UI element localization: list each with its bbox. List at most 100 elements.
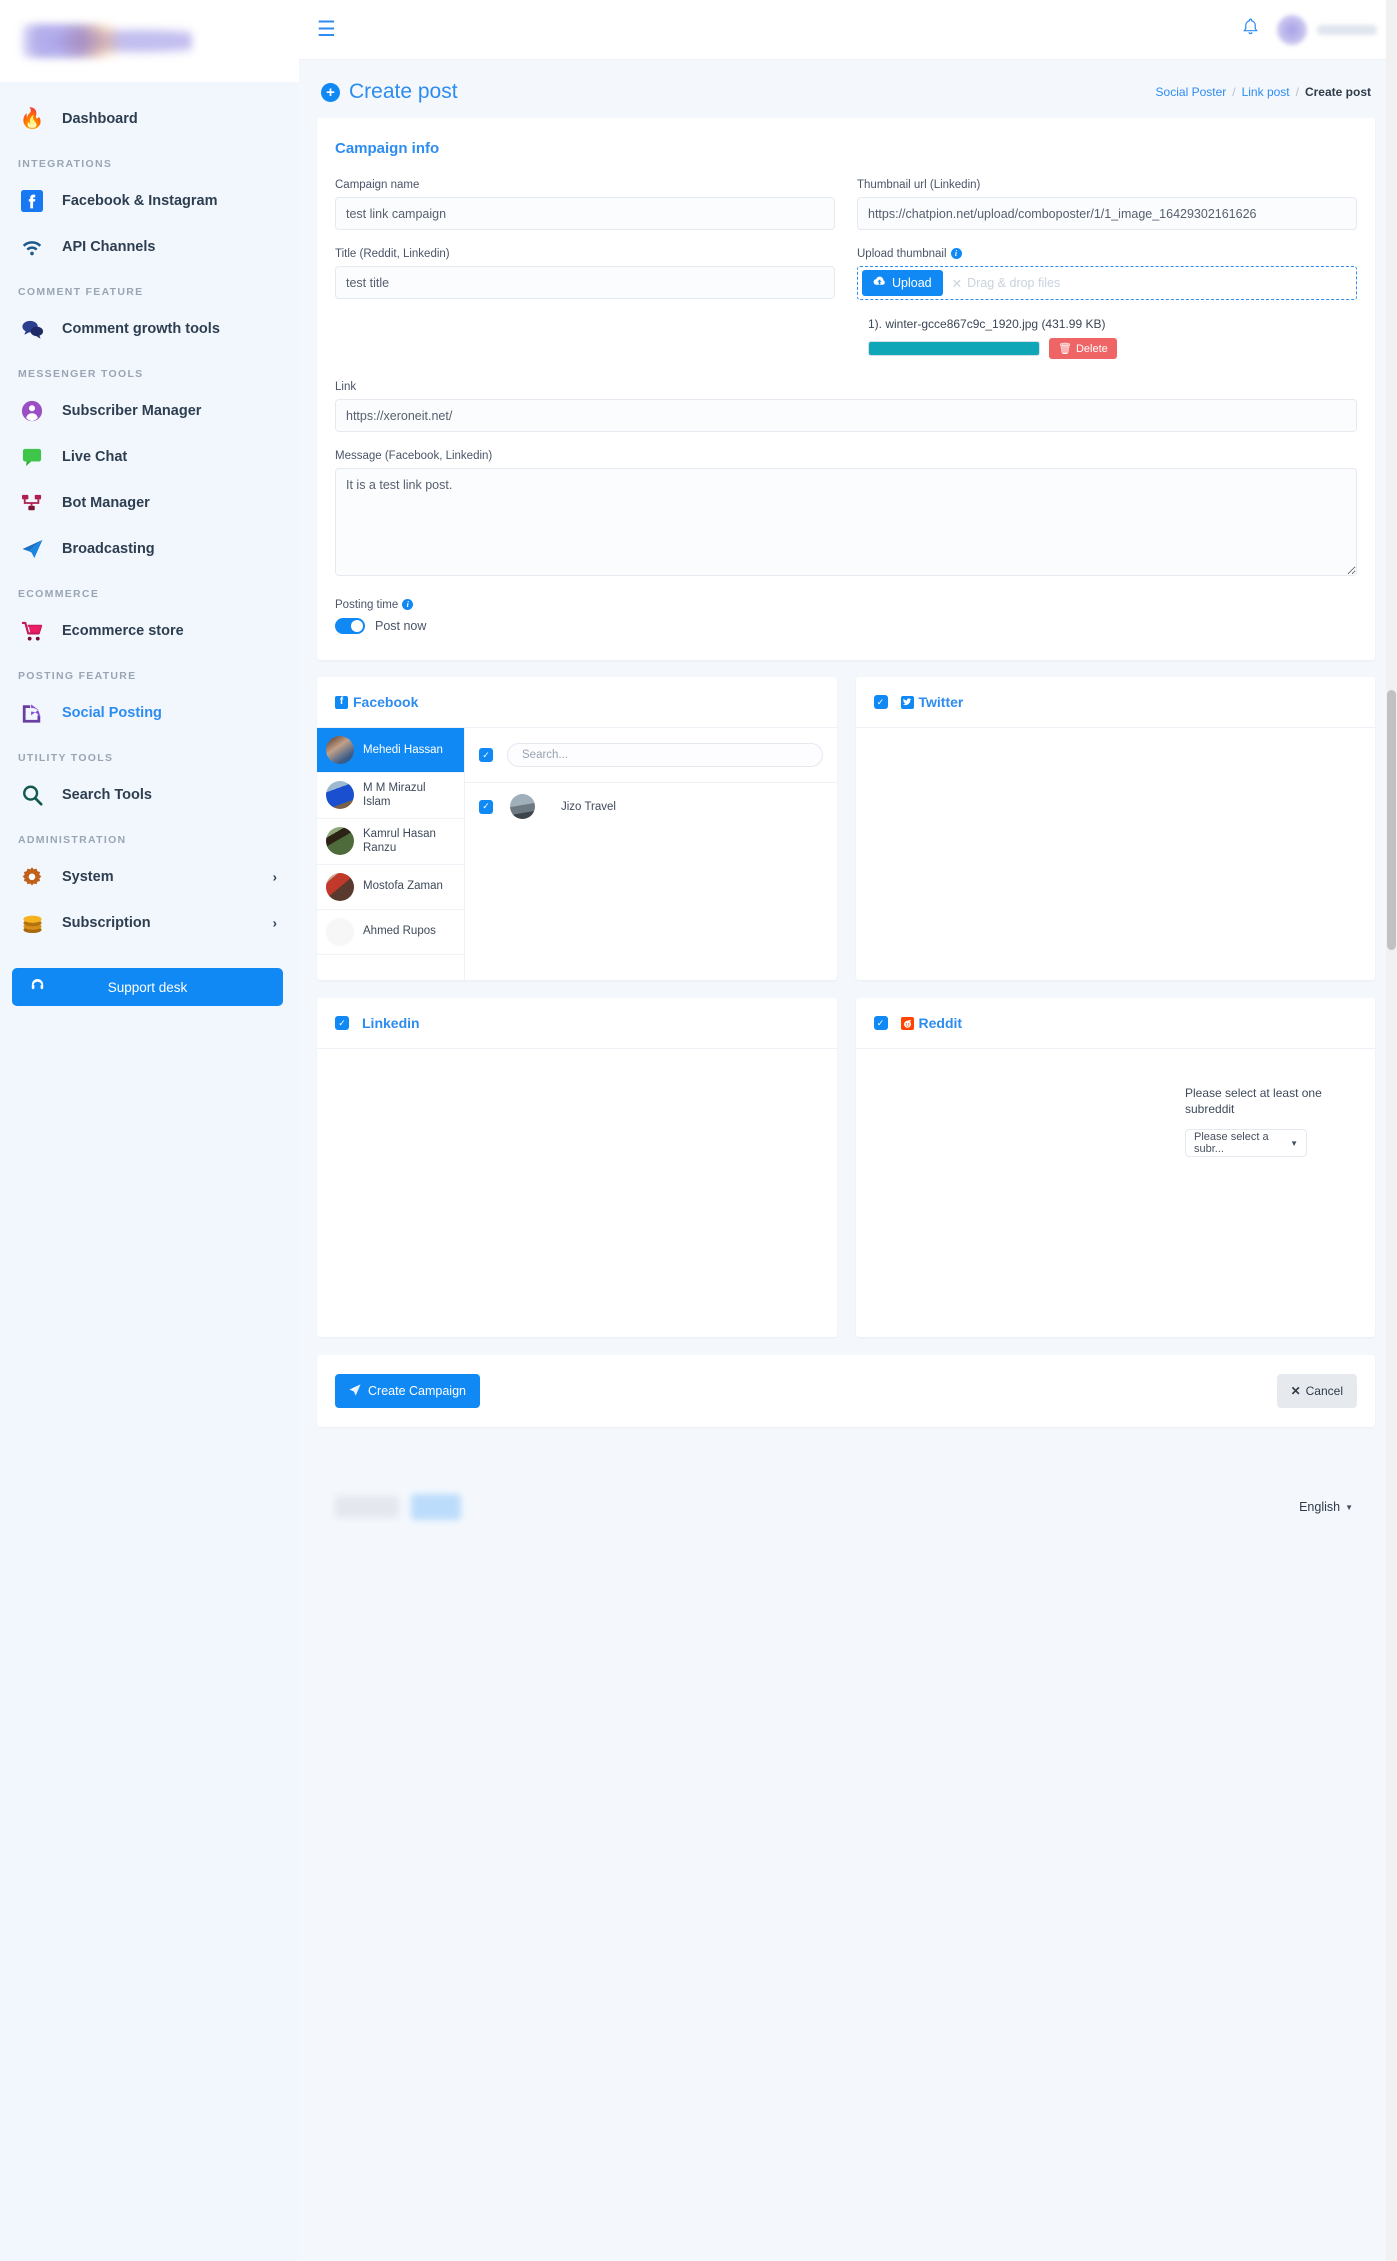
dropzone[interactable]: Upload ✕ Drag & drop files [857, 266, 1357, 300]
sidebar-item-label: Social Posting [62, 705, 162, 721]
facebook-panel-title-text: Facebook [353, 694, 419, 710]
paper-plane-icon [349, 1383, 361, 1399]
list-item[interactable]: ✓ Jizo Travel [465, 783, 837, 830]
chevron-down-icon: ▼ [1345, 1502, 1353, 1512]
sidebar-item-label: API Channels [62, 239, 156, 255]
list-item[interactable]: Kamrul Hasan Ranzu [317, 819, 464, 865]
breadcrumb-current: Create post [1304, 85, 1371, 99]
avatar [326, 872, 354, 901]
list-item[interactable]: Mehedi Hassan [317, 728, 464, 773]
plus-circle-icon: + [321, 82, 340, 102]
twitter-panel-title: Twitter [900, 694, 964, 710]
vertical-scrollbar[interactable] [1386, 0, 1397, 2261]
list-item[interactable]: Ahmed Rupos [317, 910, 464, 955]
sidebar-section-integrations: INTEGRATIONS [18, 158, 113, 170]
support-desk-button[interactable]: Support desk [12, 968, 283, 1006]
bell-icon[interactable] [1242, 18, 1259, 41]
info-icon[interactable]: i [402, 599, 414, 610]
platform-row-1: f Facebook Mehedi Hassan M M Mirazul Isl… [317, 677, 1375, 998]
sidebar-item-label: Comment growth tools [62, 321, 220, 337]
posting-time-label-text: Posting time [335, 599, 399, 611]
page-title: + Create post [321, 80, 458, 104]
message-textarea[interactable] [335, 468, 1357, 576]
language-selector[interactable]: English ▼ [1299, 1500, 1353, 1514]
upload-button[interactable]: Upload [862, 270, 943, 296]
create-campaign-button[interactable]: Create Campaign [335, 1374, 480, 1408]
footer-brand [335, 1494, 461, 1520]
content: + Create post Social Poster / Link post … [299, 60, 1397, 1547]
footer-badge-blur [411, 1494, 461, 1520]
facebook-icon: f [335, 695, 348, 709]
topbar: ☰ [299, 0, 1397, 60]
sidebar-item-search-tools[interactable]: Search Tools [0, 772, 299, 818]
message-field: Message (Facebook, Linkedin) [335, 450, 1357, 581]
avatar [326, 917, 354, 946]
campaign-left-col: Campaign name Title (Reddit, Linkedin) [335, 179, 835, 359]
footer-text-blur [335, 1496, 399, 1518]
delete-file-button[interactable]: 🗑 Delete [1049, 338, 1117, 359]
headset-icon [30, 978, 45, 997]
title-input[interactable] [335, 266, 835, 299]
message-label: Message (Facebook, Linkedin) [335, 450, 493, 462]
topbar-right [1242, 14, 1377, 45]
chevron-right-icon: › [272, 915, 277, 931]
breadcrumb-separator: / [1232, 85, 1236, 99]
hamburger-icon[interactable]: ☰ [317, 19, 336, 40]
campaign-name-input[interactable] [335, 197, 835, 230]
sidebar-item-dashboard[interactable]: 🔥 Dashboard [0, 96, 299, 142]
cancel-label: Cancel [1305, 1384, 1343, 1398]
list-item[interactable]: Mostofa Zaman [317, 865, 464, 910]
cancel-button[interactable]: ✕ Cancel [1276, 1374, 1357, 1408]
language-label: English [1299, 1500, 1341, 1514]
reddit-checkbox[interactable]: ✓ [873, 1016, 888, 1030]
facebook-pages-pane: ✓ ✓ Jizo Travel [465, 728, 837, 980]
sidebar-item-social-posting[interactable]: Social Posting [0, 690, 299, 736]
linkedin-checkbox[interactable]: ✓ [335, 1016, 349, 1030]
upload-thumbnail-label: Upload thumbnail i [857, 248, 1357, 260]
link-input[interactable] [335, 399, 1357, 432]
platform-row-2: ✓ Linkedin ✓ Reddit Please select at lea… [317, 998, 1375, 1355]
brand-logo[interactable] [0, 0, 299, 82]
sidebar-item-comment-growth-tools[interactable]: Comment growth tools [0, 306, 299, 352]
uploaded-file-controls: 🗑 Delete [868, 338, 1357, 359]
info-icon[interactable]: i [950, 248, 962, 259]
facebook-panel-title: f Facebook [335, 694, 418, 710]
facebook-panel: f Facebook Mehedi Hassan M M Mirazul Isl… [317, 677, 837, 980]
search-icon [18, 781, 46, 809]
breadcrumb-middle[interactable]: Link post [1242, 85, 1290, 99]
breadcrumb-root[interactable]: Social Poster [1156, 85, 1227, 99]
uploaded-file-row: 1). winter-gcce867c9c_1920.jpg (431.99 K… [857, 317, 1357, 359]
scrollbar-thumb[interactable] [1387, 690, 1396, 950]
post-now-toggle[interactable] [335, 618, 365, 634]
sidebar-item-subscription[interactable]: Subscription › [0, 900, 299, 946]
facebook-search-row: ✓ [465, 728, 837, 783]
drag-drop-icon: ✕ [951, 276, 963, 291]
sidebar-item-system[interactable]: System › [0, 854, 299, 900]
coins-icon [18, 909, 46, 937]
sidebar-nav: 🔥 Dashboard INTEGRATIONS Facebook & Inst… [0, 82, 299, 1046]
search-input[interactable] [507, 743, 823, 767]
thumbnail-url-input[interactable] [857, 197, 1357, 230]
twitter-panel-body [856, 728, 1376, 980]
linkedin-panel-body [317, 1049, 837, 1337]
sidebar-item-facebook-instagram[interactable]: Facebook & Instagram [0, 178, 299, 224]
sidebar-section-comment-feature: COMMENT FEATURE [18, 286, 144, 298]
twitter-checkbox[interactable]: ✓ [873, 695, 888, 709]
shopping-cart-icon [18, 617, 46, 645]
reddit-panel: ✓ Reddit Please select at least one subr… [855, 998, 1375, 1337]
sidebar-item-subscriber-manager[interactable]: Subscriber Manager [0, 388, 299, 434]
select-all-pages-checkbox[interactable]: ✓ [479, 748, 493, 762]
page-checkbox[interactable]: ✓ [479, 799, 493, 814]
reddit-subreddit-block: Please select at least one subreddit Ple… [1185, 1086, 1357, 1337]
sidebar-item-broadcasting[interactable]: Broadcasting [0, 526, 299, 572]
twitter-panel-title-text: Twitter [918, 694, 964, 710]
paper-plane-icon [18, 535, 46, 563]
list-item[interactable]: M M Mirazul Islam [317, 773, 464, 819]
sidebar-item-ecommerce-store[interactable]: Ecommerce store [0, 608, 299, 654]
chevron-right-icon: › [272, 869, 277, 885]
sidebar-item-api-channels[interactable]: API Channels [0, 224, 299, 270]
sidebar-item-live-chat[interactable]: Live Chat [0, 434, 299, 480]
subreddit-select[interactable]: Please select a subr... ▼ [1185, 1129, 1307, 1158]
user-menu[interactable] [1277, 14, 1377, 45]
sidebar-item-bot-manager[interactable]: Bot Manager [0, 480, 299, 526]
